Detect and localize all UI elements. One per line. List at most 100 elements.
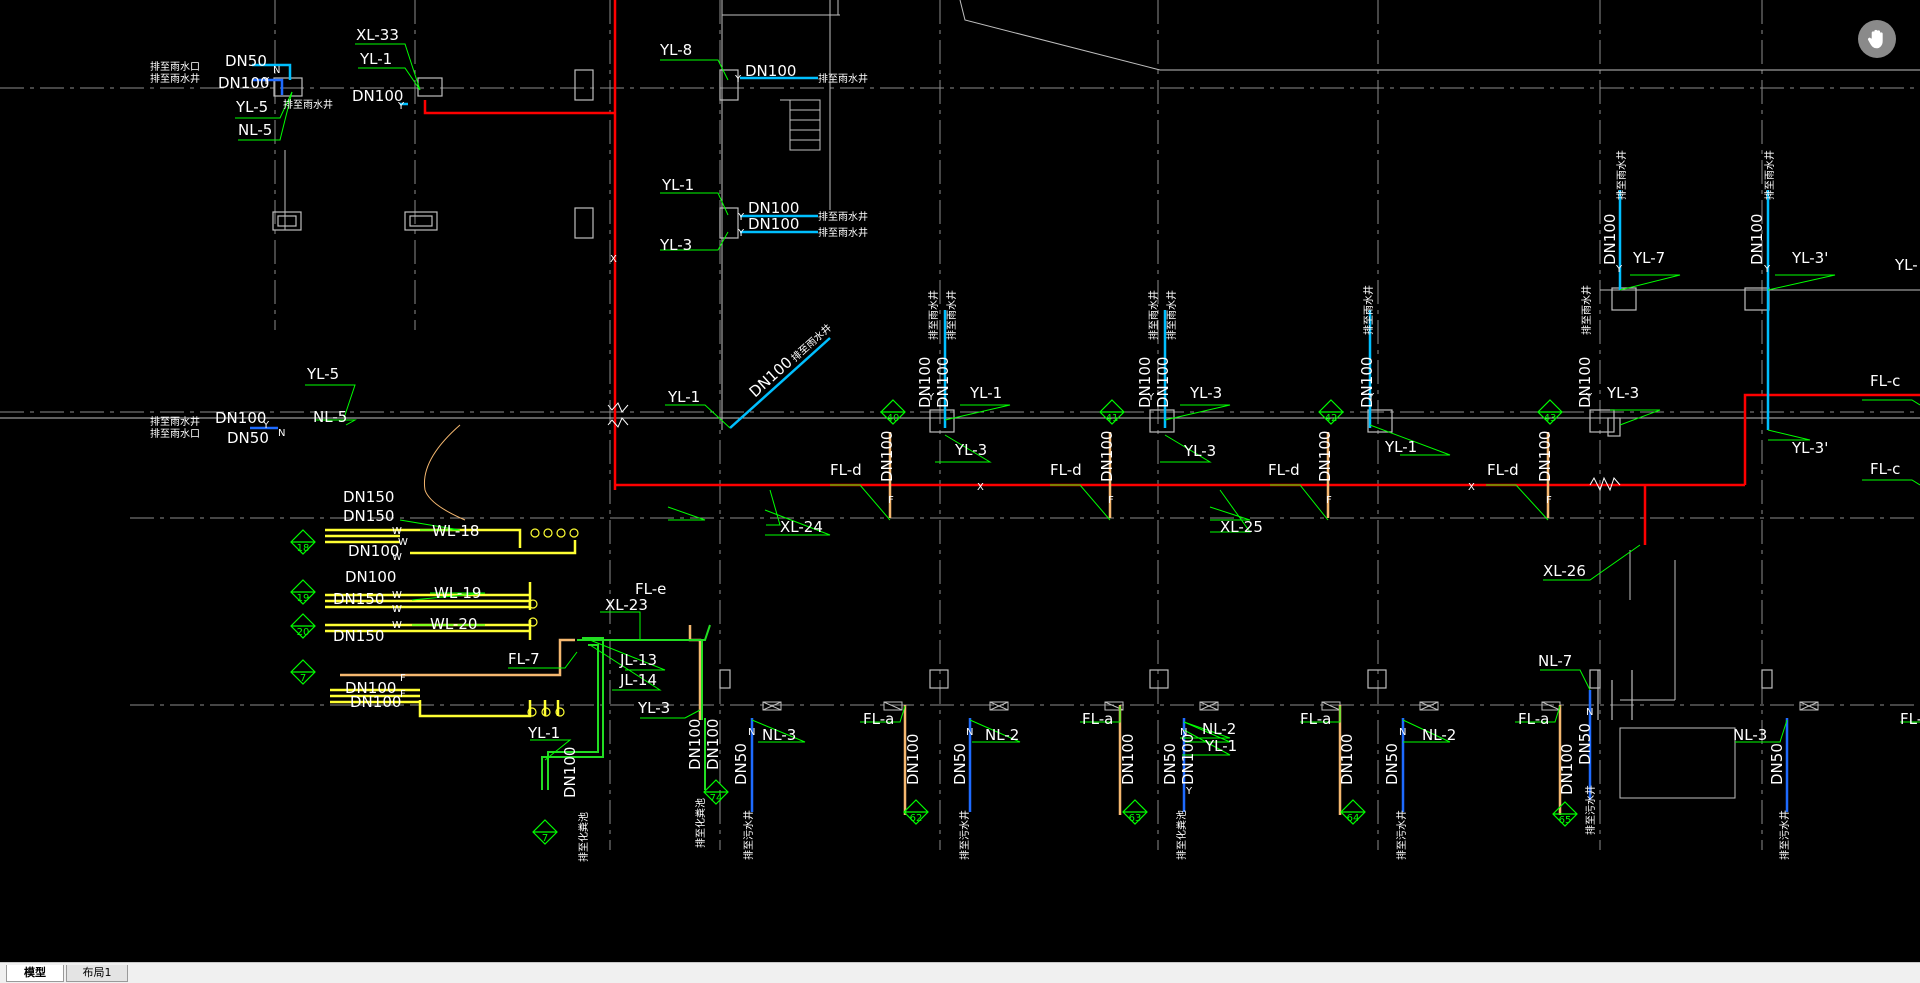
label-dn50-ml: DN50 (227, 429, 269, 447)
label-nl5-ml: NL-5 (313, 408, 347, 426)
tab-model[interactable]: 模型 (6, 965, 64, 982)
label-dn100-b2: DN100 (1119, 734, 1137, 785)
tag-f65: 65 (1559, 815, 1572, 826)
cad-drawing-canvas[interactable]: DN50 DN100 Y N 排至雨水口 排至雨水井 YL-5 NL-5 XL-… (0, 0, 1920, 962)
label-yl3p-a: YL-3' (1791, 249, 1828, 267)
label-nl7: NL-7 (1538, 652, 1572, 670)
label-dn100-bl3: DN100 (704, 719, 722, 770)
label-fla-1: FL-a (863, 710, 894, 728)
label-yl3-c3a: YL-3 (1189, 384, 1222, 402)
label-yl1-b2: YL-1 (1204, 737, 1237, 755)
tab-layout1[interactable]: 布局1 (66, 965, 128, 982)
label-sewer-b1: 排至污水井 (958, 810, 971, 860)
tag-w18: 18 (297, 543, 310, 554)
tag-f40: 40 (887, 413, 900, 424)
label-jl14: JL-14 (619, 671, 657, 689)
label-dn100-b2b: DN100 (1179, 734, 1197, 785)
orange-pipes (340, 432, 1562, 815)
label-fla-2: FL-a (1082, 710, 1113, 728)
label-y-c2a: Y (737, 212, 745, 223)
label-dn100-ml: DN100 (215, 409, 266, 427)
label-dn100-f2: DN100 (350, 693, 401, 711)
label-dn100-fld4: DN100 (1536, 431, 1554, 482)
pan-tool-button[interactable] (1858, 20, 1896, 58)
label-fld-3: FL-d (1268, 461, 1300, 479)
label-sewer-b5: 排至污水井 (1778, 810, 1791, 860)
label-rain-well-c6: 排至雨水井 (1615, 150, 1628, 200)
label-yl1-bl: YL-1 (527, 724, 560, 742)
label-yl3-c3b: YL-3 (1183, 442, 1216, 460)
letter-y-7: Y (1185, 786, 1193, 797)
label-dn50-b3: DN50 (1383, 743, 1401, 785)
label-x-2: X (1468, 482, 1475, 493)
label-yl5-ml: YL-5 (306, 365, 339, 383)
label-dn100-fld1: DN100 (878, 431, 896, 482)
label-fl7: FL-7 (508, 650, 540, 668)
letter-f-2: F (400, 689, 406, 700)
label-dn100-c6: DN100 (1601, 214, 1619, 265)
label-dn100-c2b: DN100 (748, 215, 799, 233)
tag-f62: 62 (910, 813, 923, 824)
label-yl5-tl: YL-5 (235, 98, 268, 116)
label-dn150-wl19: DN150 (333, 590, 384, 608)
label-yl1-tl: YL-1 (359, 50, 392, 68)
label-rain-well-xl33: 排至雨水井 (283, 98, 333, 111)
label-dn50-b2: DN50 (1161, 743, 1179, 785)
letter-w-3: W (392, 552, 402, 563)
label-rain-well-c1a: 排至雨水井 (927, 290, 940, 340)
tag-f43: 43 (1544, 413, 1557, 424)
label-flc-a: FL-c (1870, 372, 1900, 390)
label-fld-2: FL-d (1050, 461, 1082, 479)
label-dn100-c3b: DN100 (1154, 357, 1172, 408)
label-rain-well-ml: 排至雨水井 (150, 415, 200, 428)
label-rain-port-ml: 排至雨水口 (150, 427, 200, 440)
label-dn100-b1: DN100 (904, 734, 922, 785)
label-nl2-b3: NL-2 (1422, 726, 1456, 744)
letter-w-4: W (392, 590, 402, 601)
label-dn100-bl1: DN100 (561, 747, 579, 798)
tag-f63: 63 (1129, 813, 1142, 824)
label-dn100-tl: DN100 (218, 74, 269, 92)
label-yl3-c1: YL-3 (954, 441, 987, 459)
tab-model-label: 模型 (24, 966, 46, 979)
label-rain-well-yl8: 排至雨水井 (818, 72, 868, 85)
tag-w20: 20 (297, 627, 310, 638)
label-jl13: JL-13 (619, 651, 657, 669)
label-ylfrag: YL- (1894, 256, 1918, 274)
label-septic-2: 排至化粪池 (694, 798, 707, 848)
label-rain-well-c2a: 排至雨水井 (818, 210, 868, 223)
tab-layout1-label: 布局1 (82, 966, 112, 979)
letter-n-4: N (1399, 727, 1406, 738)
layout-tab-bar: 模型 布局1 (0, 962, 1920, 983)
label-xl26: XL-26 (1543, 562, 1586, 580)
label-fld-1: FL-d (830, 461, 862, 479)
floor-drain-boxes (762, 701, 1819, 711)
label-dn100-b4: DN100 (1558, 744, 1576, 795)
label-rain-well-c3a: 排至雨水井 (1147, 290, 1160, 340)
label-wl19: WL-19 (434, 584, 481, 602)
label-yl7: YL-7 (1632, 249, 1665, 267)
tag-f42: 42 (1325, 413, 1338, 424)
label-rain-well-tl: 排至雨水井 (150, 72, 200, 85)
tag-texts: 40 41 42 43 62 63 64 65 18 19 20 7 7 74 (297, 413, 1572, 844)
label-yl1-diag: YL-1 (667, 388, 700, 406)
label-yl1-c2: YL-1 (661, 176, 694, 194)
letter-f-6: F (1546, 495, 1552, 506)
label-yl1-c1: YL-1 (969, 384, 1002, 402)
letter-f-1: F (400, 673, 406, 684)
letter-n-3: N (1180, 727, 1187, 738)
label-sewer-1: 排至污水井 (742, 810, 755, 860)
letter-y-5: Y (1615, 264, 1623, 275)
label-nl2-b2: NL-2 (1202, 720, 1236, 738)
leader-lines (235, 43, 1920, 761)
tag-f74: 74 (710, 793, 723, 804)
tag-j7: 7 (542, 833, 548, 844)
label-xl25: XL-25 (1220, 518, 1263, 536)
label-x-1: X (977, 482, 984, 493)
label-rain-well-c1b: 排至雨水井 (945, 290, 958, 340)
label-dn50-b1: DN50 (951, 743, 969, 785)
stair-symbol (780, 99, 821, 151)
label-yl3-c5: YL-3 (1606, 384, 1639, 402)
structural-grid (0, 0, 1920, 850)
label-fla-4: FL-a (1518, 710, 1549, 728)
